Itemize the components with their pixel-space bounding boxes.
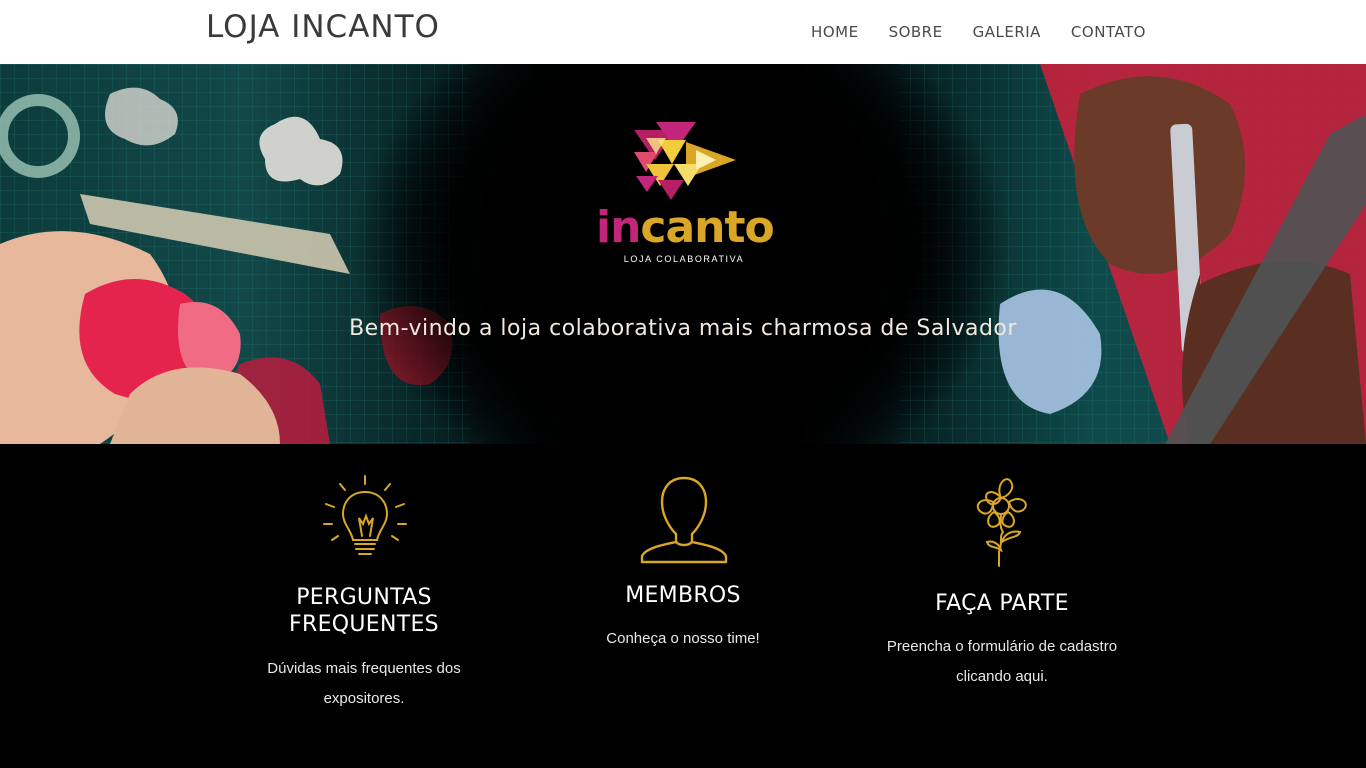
feature-faq-text-line2: expositores.	[323, 690, 405, 707]
feature-join-text-line1: Preencha o formulário de cadastro	[886, 638, 1118, 655]
feature-members-title: MEMBROS	[625, 583, 741, 608]
hero-banner: incanto LOJA COLABORATIVA Bem-vindo a lo…	[0, 64, 1366, 444]
logo-word-in: in	[596, 202, 641, 253]
feature-join-title: FAÇA PARTE	[935, 591, 1069, 616]
features-section: PERGUNTAS FREQUENTES Dúvidas mais freque…	[0, 444, 1366, 768]
nav-sobre-link[interactable]: SOBRE	[889, 23, 943, 41]
main-nav: HOME SOBRE GALERIA CONTATO	[811, 0, 1146, 64]
site-brand[interactable]: LOJA INCANTO	[206, 9, 440, 45]
incanto-logo: incanto LOJA COLABORATIVA	[596, 120, 775, 270]
nav-galeria-link[interactable]: GALERIA	[973, 23, 1041, 41]
person-icon	[640, 476, 728, 564]
feature-faq-title: PERGUNTAS FREQUENTES	[234, 584, 494, 638]
feature-join-text-line2: clicando aqui.	[956, 668, 1048, 685]
feature-faq-text-line1: Dúvidas mais frequentes dos	[267, 660, 461, 677]
feature-members-text: Conheça o nosso time!	[606, 630, 760, 647]
nav-home-link[interactable]: HOME	[811, 23, 859, 41]
feature-faq-title-line2: FREQUENTES	[289, 612, 439, 637]
flower-icon	[976, 478, 1027, 567]
logo-word-canto: canto	[640, 202, 774, 253]
hero-tagline: Bem-vindo a loja colaborativa mais charm…	[349, 316, 1017, 341]
lightbulb-icon	[323, 475, 407, 555]
logo-mark-icon	[634, 122, 736, 200]
top-navbar: LOJA INCANTO HOME SOBRE GALERIA CONTATO	[0, 0, 1366, 64]
feature-faq-title-line1: PERGUNTAS	[296, 585, 432, 610]
logo-subtitle: LOJA COLABORATIVA	[623, 254, 745, 264]
logo-wordmark: incanto	[596, 206, 775, 250]
feature-faq-text: Dúvidas mais frequentes dos expositores.	[234, 654, 494, 714]
nav-contato-link[interactable]: CONTATO	[1071, 23, 1146, 41]
feature-join-text: Preencha o formulário de cadastro clican…	[872, 632, 1132, 692]
